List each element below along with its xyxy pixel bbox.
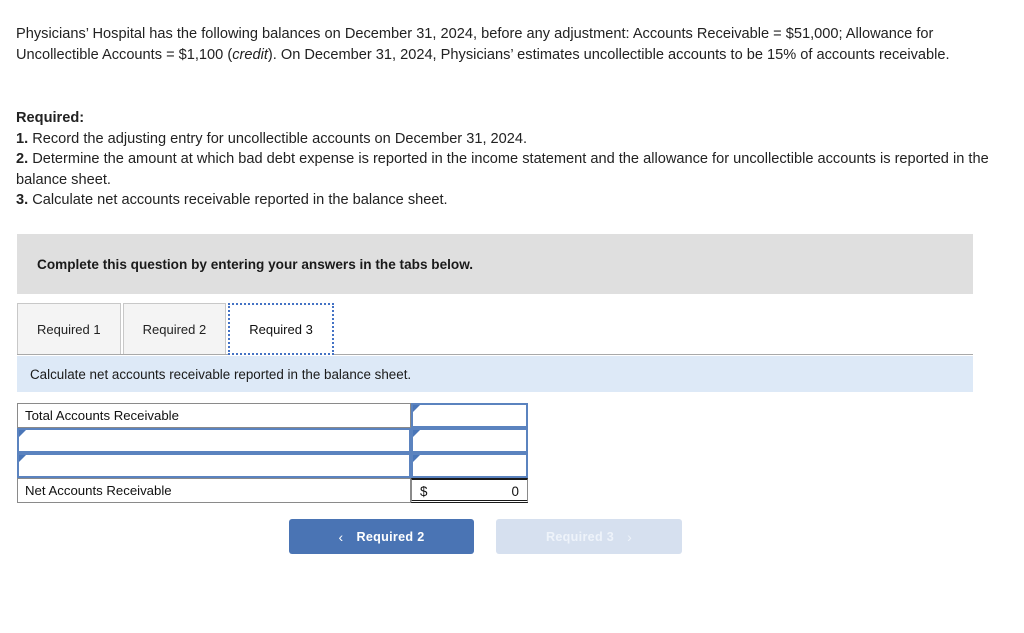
navigation-bar: ‹ Required 2 Required 3 › — [289, 519, 682, 554]
instruction-banner-text: Complete this question by entering your … — [37, 256, 474, 272]
table-row — [17, 453, 528, 478]
row-1-value-input[interactable] — [413, 405, 526, 426]
instruction-banner: Complete this question by entering your … — [17, 234, 973, 294]
problem-italic-credit: credit — [232, 46, 268, 63]
sub-instruction-bar: Calculate net accounts receivable report… — [17, 356, 973, 392]
row-3-value-cell[interactable] — [411, 453, 528, 478]
tab-required-1-label: Required 1 — [37, 321, 101, 337]
tab-required-2[interactable]: Required 2 — [122, 303, 227, 355]
row-2-value-input-wrapper[interactable] — [411, 428, 528, 453]
tab-strip: Required 1 Required 2 Required 3 — [17, 301, 336, 355]
row-2-label-input[interactable] — [19, 430, 409, 451]
row-1-value-input-wrapper[interactable] — [411, 403, 528, 428]
tab-required-3-label: Required 3 — [249, 321, 313, 337]
row-2-value-cell[interactable] — [411, 428, 528, 453]
tab-strip-underline — [17, 354, 973, 355]
tab-required-2-label: Required 2 — [142, 321, 207, 337]
row-3-label-input-wrapper[interactable] — [17, 453, 411, 478]
row-1-label: Total Accounts Receivable — [17, 403, 411, 428]
chevron-left-icon: ‹ — [338, 528, 344, 545]
next-required-label: Required 3 — [545, 529, 615, 544]
chevron-right-icon: › — [627, 528, 633, 545]
table-row — [17, 428, 528, 453]
row-1-label-cell: Total Accounts Receivable — [17, 403, 411, 428]
next-required-button[interactable]: Required 3 › — [496, 519, 682, 554]
row-2-value-input[interactable] — [413, 430, 526, 451]
required-item-1: 1. Record the adjusting entry for uncoll… — [16, 129, 994, 150]
row-3-value-input-wrapper[interactable] — [411, 453, 528, 478]
total-row-value: $ 0 — [411, 478, 528, 503]
row-3-value-input[interactable] — [413, 455, 526, 476]
required-heading: Required: — [16, 110, 85, 126]
row-3-label-input[interactable] — [19, 455, 409, 476]
previous-required-button[interactable]: ‹ Required 2 — [289, 519, 474, 554]
tab-required-1[interactable]: Required 1 — [17, 303, 121, 355]
required-item-1-number: 1. — [16, 130, 29, 147]
problem-statement: Physicians’ Hospital has the following b… — [16, 24, 994, 65]
row-2-label-input-wrapper[interactable] — [17, 428, 411, 453]
required-item-3-text: Calculate net accounts receivable report… — [28, 192, 448, 208]
row-3-label-cell[interactable] — [17, 453, 411, 478]
row-1-value-cell[interactable] — [411, 403, 528, 428]
tab-required-3[interactable]: Required 3 — [228, 303, 334, 355]
sub-instruction-text: Calculate net accounts receivable report… — [30, 366, 412, 382]
answer-table: Total Accounts Receivable Net Accounts R… — [17, 403, 528, 503]
required-item-3-number: 3. — [16, 192, 29, 208]
row-2-label-cell[interactable] — [17, 428, 411, 453]
table-row-total: Net Accounts Receivable $ 0 — [17, 478, 528, 503]
required-item-3: 3. Calculate net accounts receivable rep… — [16, 190, 994, 211]
currency-symbol: $ — [420, 484, 428, 499]
required-section: Required: 1. Record the adjusting entry … — [16, 108, 994, 211]
total-row-label-cell: Net Accounts Receivable — [17, 478, 411, 503]
problem-text-part2: ). On December 31, 2024, Physicians’ est… — [267, 46, 950, 63]
required-item-2-text: Determine the amount at which bad debt e… — [16, 151, 989, 188]
required-item-2-number: 2. — [16, 151, 29, 167]
required-item-1-text: Record the adjusting entry for uncollect… — [28, 130, 528, 147]
total-row-value-cell: $ 0 — [411, 478, 528, 503]
total-row-label: Net Accounts Receivable — [17, 478, 411, 503]
required-item-2: 2. Determine the amount at which bad deb… — [16, 149, 994, 190]
previous-required-label: Required 2 — [356, 529, 425, 544]
table-row: Total Accounts Receivable — [17, 403, 528, 428]
total-amount: 0 — [511, 484, 519, 499]
